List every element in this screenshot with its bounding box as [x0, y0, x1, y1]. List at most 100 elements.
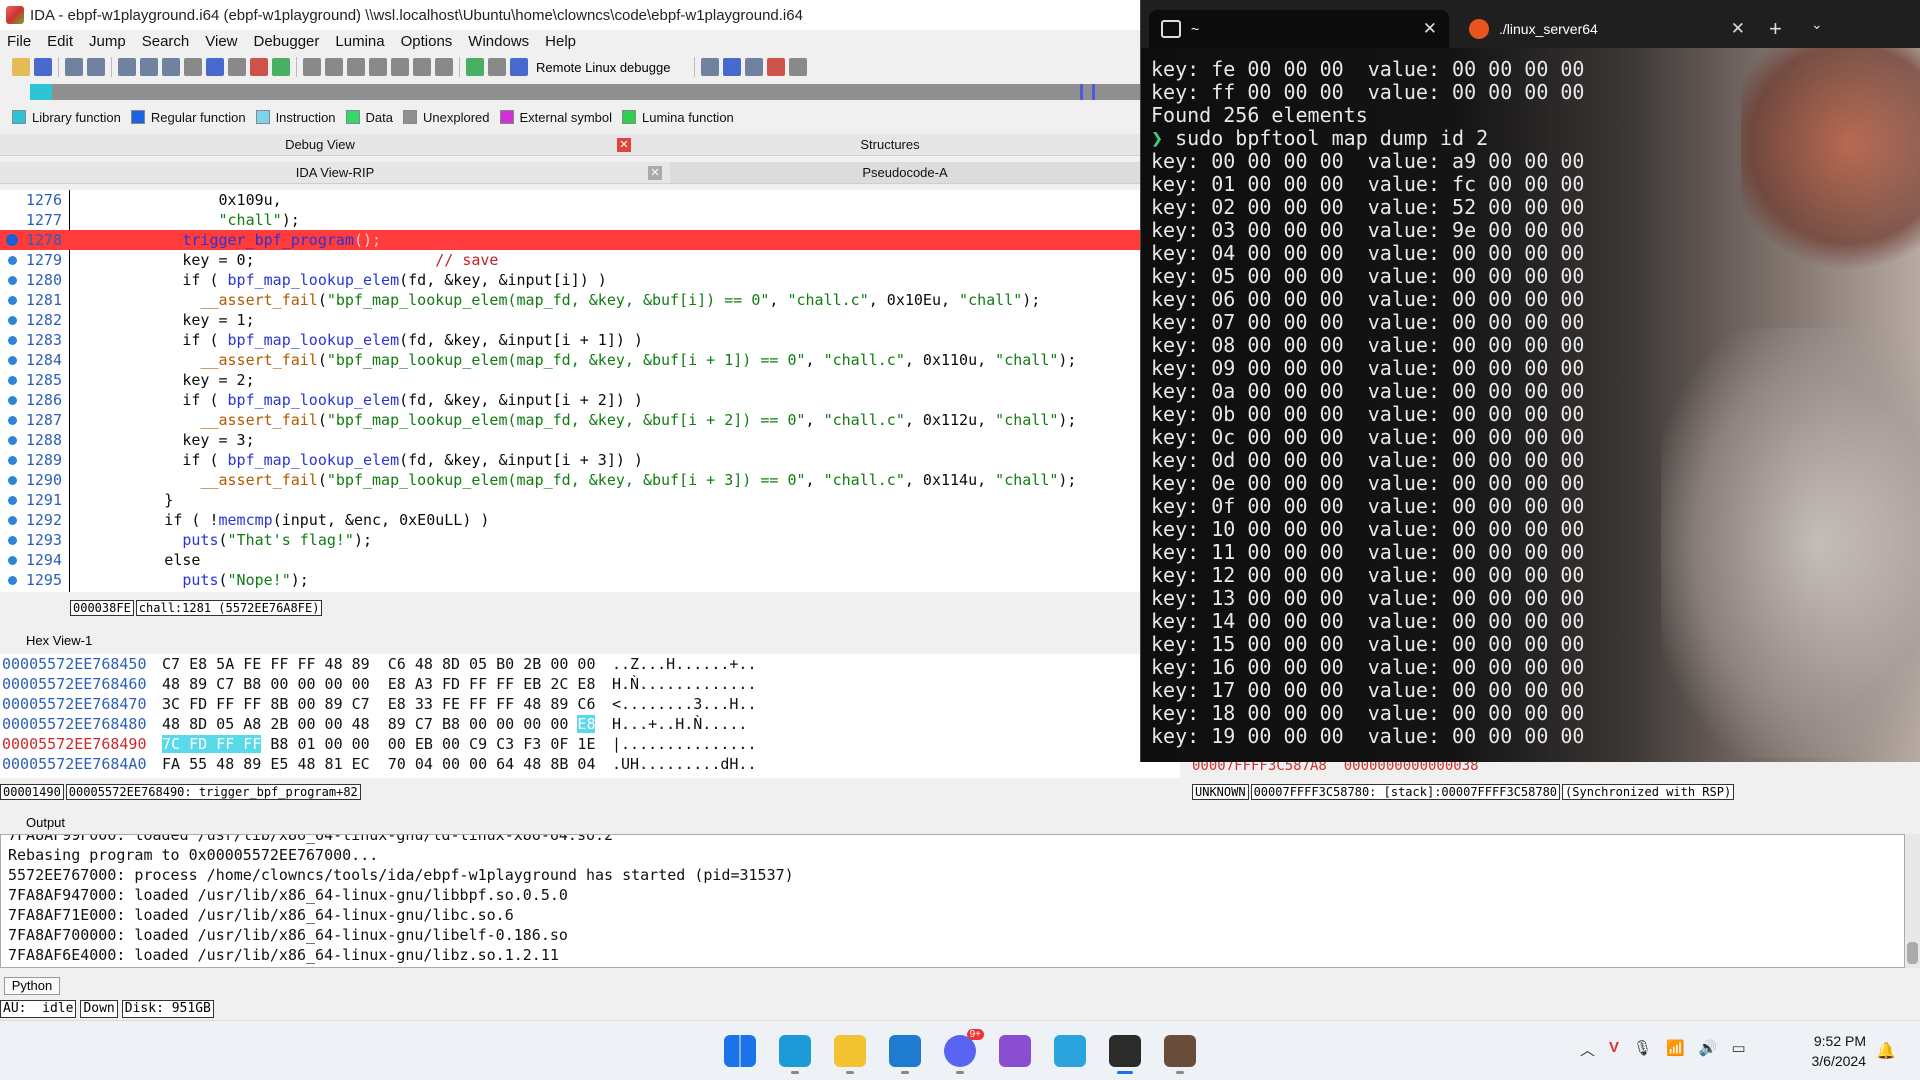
code-line[interactable]: 1282 key = 1; [0, 310, 1140, 330]
code-line[interactable]: 1286 if ( bpf_map_lookup_elem(fd, &key, … [0, 390, 1140, 410]
hex-row[interactable]: 00005572EE768480 48 8D 05 A8 2B 00 00 48 … [0, 714, 1180, 734]
code-line[interactable]: 1278 trigger_bpf_program(); [0, 230, 1140, 250]
code-line[interactable]: 1276 0x109u, [0, 190, 1140, 210]
back-icon[interactable] [65, 58, 83, 76]
code-line[interactable]: 1289 if ( bpf_map_lookup_elem(fd, &key, … [0, 450, 1140, 470]
menu-edit[interactable]: Edit [40, 33, 82, 50]
step-out-icon[interactable] [369, 58, 387, 76]
menu-help[interactable]: Help [538, 33, 585, 50]
code-line[interactable]: 1290 __assert_fail("bpf_map_lookup_elem(… [0, 470, 1140, 490]
structures-tab[interactable]: Structures [640, 134, 1140, 156]
open-icon[interactable] [12, 58, 30, 76]
ida-icon[interactable] [1164, 1035, 1196, 1067]
menu-lumina[interactable]: Lumina [328, 33, 393, 50]
code-line[interactable]: 1279 key = 0; // save [0, 250, 1140, 270]
run-to-cursor-icon[interactable] [347, 58, 365, 76]
chevron-up-icon[interactable]: ︿ [1580, 1039, 1595, 1060]
sync-icon[interactable] [723, 58, 742, 76]
code-line[interactable]: 1291 } [0, 490, 1140, 510]
stop-icon[interactable] [510, 58, 528, 76]
telegram-icon[interactable] [1054, 1035, 1086, 1067]
output-window[interactable]: 7FA8AF99F000: loaded /usr/lib/x86_64-lin… [0, 834, 1905, 968]
xrefs-icon[interactable] [745, 58, 764, 76]
attach-icon[interactable] [391, 58, 409, 76]
detach-icon[interactable] [413, 58, 431, 76]
hex-row[interactable]: 00005572EE768470 3C FD FF FF 8B 00 89 C7 … [0, 694, 1180, 714]
code-line[interactable]: 1288 key = 3; [0, 430, 1140, 450]
hex-view[interactable]: 00005572EE768450 C7 E8 5A FE FF FF 48 89 … [0, 654, 1180, 778]
volume-icon[interactable]: 🔊 [1699, 1039, 1718, 1060]
lumina-icon[interactable] [272, 58, 290, 76]
terminal-tab-home[interactable]: ~ ✕ [1149, 10, 1449, 48]
menu-jump[interactable]: Jump [82, 33, 135, 50]
debug-view-tab[interactable]: Debug View ✕ [0, 134, 640, 156]
menu-file[interactable]: File [0, 33, 40, 50]
battery-icon[interactable]: ▭ [1731, 1039, 1745, 1060]
code-line[interactable]: 1294 else [0, 550, 1140, 570]
hex-view-header[interactable]: Hex View-1 [0, 630, 1140, 650]
microphone-icon[interactable]: 🎙 [1633, 1039, 1652, 1060]
menu-debugger[interactable]: Debugger [247, 33, 329, 50]
output-scrollbar[interactable] [1905, 834, 1920, 968]
code-line[interactable]: 1287 __assert_fail("bpf_map_lookup_elem(… [0, 410, 1140, 430]
hex-row[interactable]: 00005572EE768450 C7 E8 5A FE FF FF 48 89 … [0, 654, 1180, 674]
binary-search-icon[interactable] [140, 58, 158, 76]
patch-icon[interactable] [184, 58, 202, 76]
pseudocode-view[interactable]: 1276 0x109u, 1277 "chall"); 1278 trigger_b… [0, 190, 1140, 592]
ida-view-tab[interactable]: IDA View-RIP ✕ [0, 162, 670, 184]
code-line[interactable]: 1285 key = 2; [0, 370, 1140, 390]
terminate-icon[interactable] [435, 58, 453, 76]
clock[interactable]: 9:52 PM 3/6/2024 [1792, 1031, 1867, 1071]
text-search-icon[interactable] [118, 58, 136, 76]
notification-bell-icon[interactable]: 🔔 [1876, 1041, 1896, 1061]
immediate-search-icon[interactable] [162, 58, 180, 76]
code-line[interactable]: 1292 if ( !memcmp(input, &enc, 0xE0uLL) … [0, 510, 1140, 530]
terminal-window[interactable]: ~ ✕ ./linux_server64 ✕ + ⌄ key: fe 00 00… [1140, 0, 1920, 762]
pause-icon[interactable] [488, 58, 506, 76]
step-over-icon[interactable] [325, 58, 343, 76]
code-line[interactable]: 1283 if ( bpf_map_lookup_elem(fd, &key, … [0, 330, 1140, 350]
hex-selection[interactable]: 7C FD FF FF [162, 735, 262, 753]
edge-icon[interactable] [779, 1035, 811, 1067]
navigation-band[interactable] [30, 84, 1140, 100]
calls-icon[interactable] [767, 58, 786, 76]
close-icon[interactable]: ✕ [1731, 19, 1745, 39]
hex-row[interactable]: 00005572EE7684A0 FA 55 48 89 E5 48 81 EC … [0, 754, 1180, 774]
vscode-icon[interactable] [889, 1035, 921, 1067]
vivaldi-tray-icon[interactable]: V [1609, 1039, 1619, 1060]
code-line[interactable]: 1295 puts("Nope!"); [0, 570, 1140, 590]
menu-windows[interactable]: Windows [461, 33, 538, 50]
forward-icon[interactable] [87, 58, 105, 76]
breakpoint-icon[interactable] [250, 58, 268, 76]
code-line[interactable]: 1293 puts("That's flag!"); [0, 530, 1140, 550]
wifi-icon[interactable]: 📶 [1666, 1039, 1685, 1060]
menu-options[interactable]: Options [394, 33, 462, 50]
output-header[interactable]: Output [0, 812, 1920, 832]
windows-start-icon[interactable] [724, 1035, 756, 1067]
step-into-icon[interactable] [303, 58, 321, 76]
debugger-select[interactable]: Remote Linux debugge [536, 60, 670, 75]
menu-view[interactable]: View [198, 33, 246, 50]
pseudocode-tab[interactable]: Pseudocode-A [670, 162, 1140, 184]
scrollbar-thumb[interactable] [1907, 942, 1918, 964]
close-icon[interactable]: ✕ [617, 138, 631, 152]
close-icon[interactable]: ✕ [648, 166, 662, 180]
file-explorer-icon[interactable] [834, 1035, 866, 1067]
hex-row[interactable]: 00005572EE768490 7C FD FF FF B8 01 00 00 … [0, 734, 1180, 754]
menu-search[interactable]: Search [135, 33, 199, 50]
terminal-icon[interactable] [1109, 1035, 1141, 1067]
start-process-icon[interactable] [466, 58, 484, 76]
terminal-tab-linux-server[interactable]: ./linux_server64 ✕ [1457, 10, 1757, 48]
terminal-output[interactable]: key: fe 00 00 00 value: 00 00 00 00 key: … [1141, 48, 1920, 762]
save-icon[interactable] [34, 58, 52, 76]
code-line[interactable]: 1277 "chall"); [0, 210, 1140, 230]
graph-icon[interactable] [228, 58, 246, 76]
code-line[interactable]: 1284 __assert_fail("bpf_map_lookup_elem(… [0, 350, 1140, 370]
code-line[interactable]: 1280 if ( bpf_map_lookup_elem(fd, &key, … [0, 270, 1140, 290]
visual-studio-icon[interactable] [999, 1035, 1031, 1067]
chevron-down-icon[interactable]: ⌄ [1811, 16, 1823, 33]
new-tab-button[interactable]: + [1769, 16, 1782, 42]
hex-selection[interactable]: E8 [577, 715, 596, 733]
settings-icon[interactable] [789, 58, 808, 76]
python-button[interactable]: Python [4, 977, 60, 995]
